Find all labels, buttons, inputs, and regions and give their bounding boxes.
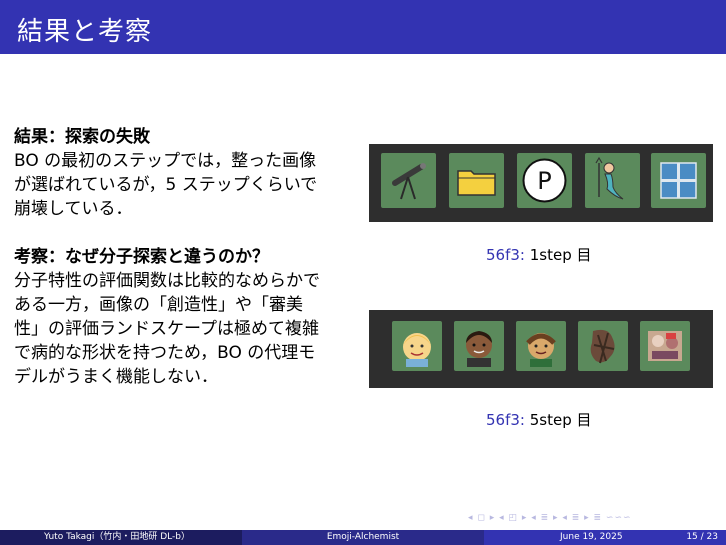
footer-date-segment: June 19, 2025 15 / 23 bbox=[484, 530, 726, 545]
emoji-strip-step1: P bbox=[369, 144, 713, 222]
figure-caption-step1: 56f3: 1step 目 bbox=[486, 244, 592, 265]
beamer-navigation-symbols[interactable]: ◂ ◻ ▸ ◂ ◰ ▸ ◂ ≣ ▸ ◂ ≣ ▸ ≣ ∽∽∽ bbox=[468, 513, 632, 523]
emoji-strip-step5 bbox=[369, 310, 713, 388]
distorted-emoji-icon bbox=[578, 321, 628, 371]
discussion-line: デルがうまく機能しない． bbox=[14, 367, 218, 387]
footer-author-segment: Yuto Takagi（竹内・田地研 DL-b） bbox=[0, 530, 242, 545]
face-emoji-green-icon bbox=[516, 321, 566, 371]
footer-page-number: 15 / 23 bbox=[686, 532, 718, 542]
discussion-line: 性」の評価ランドスケープは極めて複雑 bbox=[14, 319, 319, 339]
figure-tag: 56f3: bbox=[486, 246, 525, 264]
footer-bar: Yuto Takagi（竹内・田地研 DL-b） Emoji-Alchemist… bbox=[0, 530, 726, 545]
figure-tag: 56f3: bbox=[486, 411, 525, 429]
parking-emoji-icon: P bbox=[517, 153, 572, 208]
figure-caption-text: 5step 目 bbox=[529, 411, 592, 429]
face-emoji-blonde-icon bbox=[392, 321, 442, 371]
left-text-column: 結果：探索の失敗 BO の最初のステップでは，整った画像 が選ばれているが，5 … bbox=[14, 125, 359, 389]
footer-title-segment: Emoji-Alchemist bbox=[242, 530, 484, 545]
footer-date: June 19, 2025 bbox=[560, 532, 623, 542]
footer-short-title: Emoji-Alchemist bbox=[326, 532, 400, 542]
discussion-line: 分子特性の評価関数は比較的なめらかで bbox=[14, 271, 320, 291]
windows-emoji-icon bbox=[651, 153, 706, 208]
result-line: BO の最初のステップでは，整った画像 bbox=[14, 151, 317, 171]
discussion-line: ある一方，画像の「創造性」や「審美 bbox=[14, 295, 303, 315]
footer-author: Yuto Takagi（竹内・田地研 DL-b） bbox=[44, 532, 190, 542]
slide-title: 結果と考察 bbox=[17, 17, 153, 47]
result-line: が選ばれているが，5 ステップくらいで bbox=[14, 175, 318, 195]
telescope-emoji-icon bbox=[381, 153, 436, 208]
figure-caption-text: 1step 目 bbox=[529, 246, 592, 264]
result-line: 崩壊している． bbox=[14, 199, 133, 219]
merperson-emoji-icon bbox=[585, 153, 640, 208]
discussion-line: で病的な形状を持つため，BO の代理モ bbox=[14, 343, 316, 363]
face-emoji-dark-icon bbox=[454, 321, 504, 371]
figure-caption-step5: 56f3: 5step 目 bbox=[486, 409, 592, 430]
distorted-emoji-2-icon bbox=[640, 321, 690, 371]
title-bar: 結果と考察 bbox=[0, 0, 726, 54]
result-heading: 結果：探索の失敗 bbox=[14, 127, 150, 147]
folder-emoji-icon bbox=[449, 153, 504, 208]
discussion-heading: 考察：なぜ分子探索と違うのか？ bbox=[14, 247, 269, 267]
svg-text:P: P bbox=[537, 167, 551, 195]
